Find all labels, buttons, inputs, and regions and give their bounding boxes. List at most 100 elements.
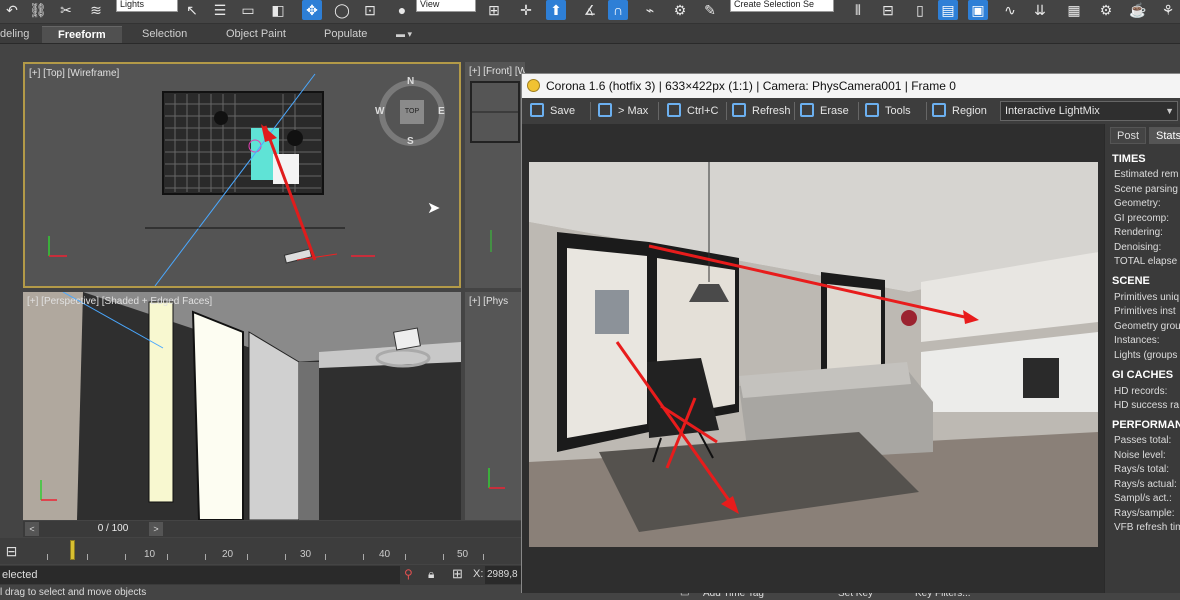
mirror-icon[interactable]: ⫴ [848,0,868,20]
stat-row: Estimated rem [1114,169,1179,180]
viewcube-west: W [375,106,385,117]
separator [726,102,727,120]
keyboard-shortcut-icon[interactable]: ✛ [516,0,536,20]
percent-snap-icon[interactable]: ∩ [608,0,628,20]
phys-view-axes [488,468,505,489]
viewcube-top-face[interactable]: TOP [400,100,424,124]
layer-explorer-icon[interactable]: ▤ [938,0,958,20]
render-frame-icon[interactable]: ☕ [1128,0,1148,20]
curve-editor-icon[interactable]: ∿ [1000,0,1020,20]
select-by-name-icon[interactable]: ☰ [210,0,230,20]
vfb-toolbar: Save > Max Ctrl+C Refresh Erase Tools Re… [522,98,1180,124]
tick-label: 50 [457,549,469,560]
select-rotate-icon[interactable]: ◯ [332,0,352,20]
viewcube-north: N [407,76,415,87]
select-object-icon[interactable]: ↖ [182,0,202,20]
time-next-button[interactable]: > [149,522,163,536]
coord-x-field[interactable]: 2989,8 [485,566,521,584]
tab-modeling[interactable]: deling [0,26,29,43]
rect-selection-icon[interactable]: ▭ [238,0,258,20]
tick [483,554,484,560]
timeline-marker[interactable] [70,540,75,560]
vfb-save-button[interactable]: Save [530,102,575,120]
tick [405,554,406,560]
vfb-refresh-label: Refresh [752,105,791,117]
separator [926,102,927,120]
snaps-toggle-icon[interactable]: ⬆ [546,0,566,20]
viewcube[interactable]: TOP N S E W [375,76,445,147]
time-frame-readout[interactable]: 0 / 100 [63,522,163,536]
schematic-view-icon[interactable]: ⇊ [1030,0,1050,20]
viewport-front[interactable]: [+] [Front] [Wireframe] [465,62,525,288]
tab-object-paint[interactable]: Object Paint [226,26,286,43]
unlink-icon[interactable]: ✂ [56,0,76,20]
viewcube-east: E [438,106,445,117]
trackbar[interactable]: 10 20 30 40 50 [23,538,521,564]
corona-logo-icon [527,79,540,92]
toggle-ribbon-icon[interactable]: ▣ [968,0,988,20]
abc-icon[interactable]: ✎ [700,0,720,20]
window-crossing-icon[interactable]: ◧ [268,0,288,20]
align-icon[interactable]: ⊟ [878,0,898,20]
tab-populate[interactable]: Populate [324,26,367,43]
time-slider[interactable]: < 0 / 100 > [23,521,521,537]
vfb-mode-dropdown[interactable]: Interactive LightMix ▼ [1000,101,1178,121]
vfb-region-button[interactable]: Region [932,102,987,120]
tab-selection[interactable]: Selection [142,26,187,43]
placement-icon[interactable]: ● [392,0,412,20]
stat-row: Lights (groups [1114,350,1178,361]
isolate-icon[interactable]: ⚲ [404,567,413,581]
render-production-icon[interactable]: ⚘ [1158,0,1178,20]
selection-filter-dropdown[interactable]: Lights [116,0,178,12]
material-editor-icon[interactable]: ▦ [1064,0,1084,20]
tick [325,554,326,560]
select-move-icon[interactable]: ✥ [302,0,322,20]
region-icon [932,103,946,117]
prompt-text: l drag to select and move objects [0,587,147,598]
viewport-perspective[interactable]: [+] [Perspective] [Shaded + Edged Faces] [23,292,461,520]
edit-named-selection-icon[interactable]: ⚙ [670,0,690,20]
select-scale-icon[interactable]: ⊡ [360,0,380,20]
vfb-erase-button[interactable]: Erase [800,102,849,120]
stat-row: Rays/s actual: [1114,479,1177,490]
vfb-max-button[interactable]: > Max [598,102,648,120]
scene-explorer-icon[interactable]: ▯ [910,0,930,20]
ribbon-options-icon[interactable]: ▬ ▾ [396,26,412,43]
named-selection-dropdown[interactable]: Create Selection Se [730,0,834,12]
lock-selection-icon[interactable]: 🔒︎ [428,567,434,582]
time-prev-button[interactable]: < [25,522,39,536]
separator [658,102,659,120]
viewport-top[interactable]: [+] [Top] [Wireframe] TOP N S E W ➤ [23,62,461,288]
perspective-scene [23,292,461,520]
stat-row: TOTAL elapse [1114,256,1178,267]
pivot-icon[interactable]: ⊞ [484,0,504,20]
angle-snap-icon[interactable]: ∡ [580,0,600,20]
reference-coord-dropdown[interactable]: View [416,0,476,12]
rendered-living-room [529,162,1098,547]
vfb-copy-button[interactable]: Ctrl+C [667,102,718,120]
vfb-region-label: Region [952,105,987,117]
link-icon[interactable]: ⛓ [28,0,48,20]
tab-stats[interactable]: Stats [1149,127,1180,144]
stat-row: Passes total: [1114,435,1172,446]
tick-label: 10 [144,549,156,560]
viewport-perspective-label[interactable]: [+] [Perspective] [Shaded + Edged Faces] [27,296,212,307]
mini-listener-icon[interactable]: ⊟ [0,538,23,564]
vfb-tools-button[interactable]: Tools [865,102,911,120]
tab-post[interactable]: Post [1110,127,1147,144]
corona-vfb-window: Corona 1.6 (hotfix 3) | 633×422px (1:1) … [521,73,1180,593]
viewport-physcamera[interactable]: [+] [Phys [465,292,525,520]
save-icon [530,103,544,117]
spinner-snap-icon[interactable]: ⌁ [640,0,660,20]
bind-spacewarp-icon[interactable]: ≋ [86,0,106,20]
stat-row: Instances: [1114,335,1160,346]
vfb-refresh-button[interactable]: Refresh [732,102,791,120]
stat-row: Rays/s total: [1114,464,1170,475]
render-setup-icon[interactable]: ⚙ [1096,0,1116,20]
absolute-mode-icon[interactable]: ⊞ [452,566,463,582]
undo-icon[interactable]: ↶ [2,0,22,20]
main-toolbar: ↶ ⛓ ✂ ≋ Lights ↖ ☰ ▭ ◧ ✥ ◯ ⊡ ● View ⊞ ✛ … [0,0,1180,24]
render-image[interactable] [529,162,1098,547]
front-view-wireframe [470,81,520,252]
tab-freeform[interactable]: Freeform [42,26,122,43]
